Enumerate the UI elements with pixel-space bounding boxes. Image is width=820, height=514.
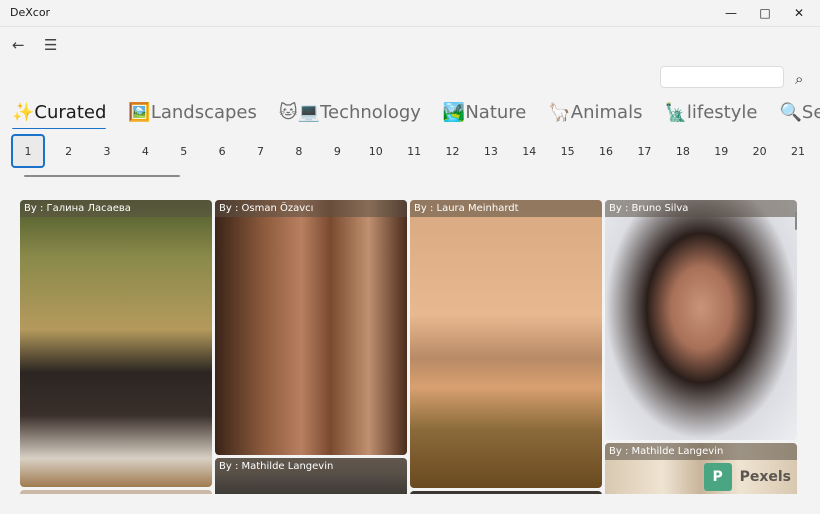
app-title: DeXcor [10,6,51,19]
maximize-icon[interactable]: □ [748,0,782,26]
photo-gallery: By : Галина Ласаева By : Osman Özavcı By… [0,200,820,494]
photo-author: By : Bruno Silva [605,200,797,217]
minimize-icon[interactable]: — [714,0,748,26]
search-icon[interactable]: ⌕ [795,70,803,88]
photo-author: By : Mathilde Langevin [215,458,407,475]
hamburger-menu-icon[interactable]: ☰ [44,36,57,54]
page-button-8[interactable]: 8 [280,134,318,168]
cat-laptop-icon: 🐱💻 [278,102,321,123]
photo-author: By : Laura Meinhardt [410,200,602,217]
page-button-16[interactable]: 16 [587,134,625,168]
page-button-13[interactable]: 13 [472,134,510,168]
pexels-label: Pexels [739,469,791,485]
pagination-scrollbar[interactable] [24,175,180,177]
pagination: 1 2 3 4 5 6 7 8 9 10 11 12 13 14 15 16 17 18 19 20 21 [11,134,817,168]
gallery-scrollbar[interactable] [795,212,797,230]
statue-of-liberty-icon: 🗽 [664,102,687,123]
search-box[interactable] [660,66,784,88]
magnifier-icon: 🔍 [779,102,802,123]
page-button-18[interactable]: 18 [664,134,702,168]
page-button-15[interactable]: 15 [548,134,586,168]
footer-area [0,494,820,514]
photo-author: By : Галина Ласаева [20,200,212,217]
sparkles-icon: ✨ [12,102,35,123]
page-button-11[interactable]: 11 [395,134,433,168]
photo-author: By : Mathilde Langevin [605,443,797,460]
tab-label: Curated [34,102,107,123]
tab-technology[interactable]: 🐱💻Technology [279,102,421,129]
landscape-icon: 🏞️ [442,102,466,123]
tab-label: Search [801,102,820,123]
llama-icon: 🦙 [548,102,571,123]
page-button-2[interactable]: 2 [49,134,87,168]
tab-label: Animals [570,102,643,123]
photo-author: By : Osman Özavcı [215,200,407,217]
page-button-19[interactable]: 19 [702,134,740,168]
tab-label: lifestyle [686,102,758,123]
category-tabs: ✨Curated 🖼️Landscapes 🐱💻Technology 🏞️Nat… [12,102,820,129]
title-bar: DeXcor — □ ✕ [0,0,820,27]
tab-curated[interactable]: ✨Curated [12,102,107,129]
page-button-10[interactable]: 10 [357,134,395,168]
page-button-14[interactable]: 14 [510,134,548,168]
photo-card[interactable]: By : Mathilde Langevin [215,458,407,494]
tab-animals[interactable]: 🦙Animals [548,102,642,129]
tab-search[interactable]: 🔍Search [779,102,820,129]
tab-label: Technology [320,102,421,123]
page-button-20[interactable]: 20 [740,134,778,168]
tab-nature[interactable]: 🏞️Nature [443,102,526,129]
photo-card[interactable]: By : Laura Meinhardt [410,200,602,488]
page-button-6[interactable]: 6 [203,134,241,168]
page-button-4[interactable]: 4 [126,134,164,168]
pexels-badge[interactable]: P Pexels [703,463,791,491]
page-button-21[interactable]: 21 [779,134,817,168]
tab-lifestyle[interactable]: 🗽lifestyle [664,102,757,129]
tab-landscapes[interactable]: 🖼️Landscapes [128,102,257,129]
page-button-5[interactable]: 5 [165,134,203,168]
page-button-1[interactable]: 1 [11,134,45,168]
page-button-3[interactable]: 3 [88,134,126,168]
photo-card[interactable]: By : Bruno Silva [605,200,797,440]
picture-icon: 🖼️ [128,102,151,123]
tab-label: Nature [465,102,527,123]
tab-label: Landscapes [150,102,257,123]
photo-card[interactable]: By : Osman Özavcı [215,200,407,455]
pexels-logo-icon: P [703,463,732,491]
search-input[interactable] [661,68,783,88]
back-arrow-icon[interactable]: ← [12,36,25,54]
photo-card[interactable]: By : Mathilde Langevin P Pexels [605,443,797,494]
page-button-9[interactable]: 9 [318,134,356,168]
photo-card[interactable]: By : Галина Ласаева [20,200,212,487]
close-icon[interactable]: ✕ [782,0,816,26]
page-button-17[interactable]: 17 [625,134,663,168]
page-button-7[interactable]: 7 [241,134,279,168]
page-button-12[interactable]: 12 [433,134,471,168]
